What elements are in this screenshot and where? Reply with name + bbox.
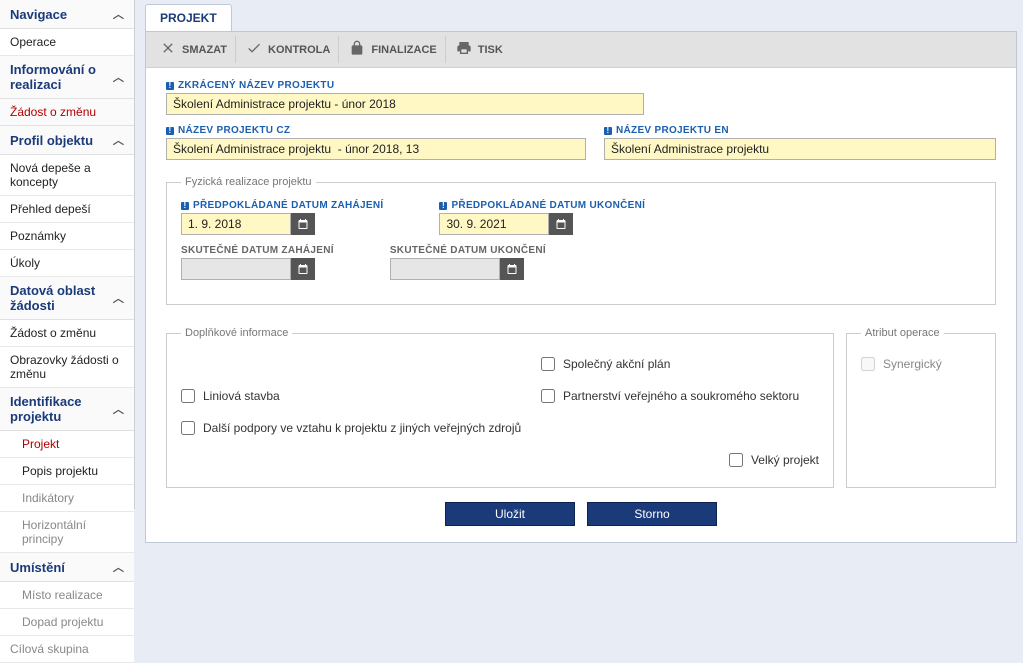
tool-label: KONTROLA — [268, 44, 330, 56]
nav-item-operace[interactable]: Operace — [0, 29, 134, 56]
lock-icon — [349, 40, 365, 59]
chevron-up-icon: 〈 — [111, 404, 127, 415]
tool-label: TISK — [478, 44, 503, 56]
main: PROJEKT SMAZAT KONTROLA FINALIZACE T — [135, 0, 1023, 509]
checkbox-input[interactable] — [181, 421, 195, 435]
nav-section-label: Umístění — [10, 560, 65, 575]
nav-section-label: Identifikace projektu — [10, 394, 113, 424]
toolbar: SMAZAT KONTROLA FINALIZACE TISK — [146, 32, 1016, 68]
sidebar: Navigace 〈 Operace Informování o realiza… — [0, 0, 135, 509]
label-actual-end: SKUTEČNÉ DATUM UKONČENÍ — [390, 245, 546, 256]
label-name-short: ZKRÁCENÝ NÁZEV PROJEKTU — [166, 80, 996, 91]
checkbox-input[interactable] — [541, 357, 555, 371]
required-icon — [181, 202, 189, 210]
nav-item-popis[interactable]: Popis projektu — [0, 458, 134, 485]
legend-attr: Atribut operace — [861, 327, 944, 339]
chevron-up-icon: 〈 — [111, 135, 127, 146]
chk-spolecny[interactable]: Společný akční plán — [541, 357, 819, 371]
chk-synergicky[interactable]: Synergický — [861, 357, 981, 371]
legend-realizace: Fyzická realizace projektu — [181, 176, 316, 188]
tool-label: SMAZAT — [182, 44, 227, 56]
legend-info: Doplňkové informace — [181, 327, 292, 339]
nav-item-obrazovky[interactable]: Obrazovky žádosti o změnu — [0, 347, 134, 388]
name-short-input[interactable] — [166, 93, 644, 115]
nav-item-misto[interactable]: Místo realizace — [0, 582, 134, 609]
name-cz-input[interactable] — [166, 138, 586, 160]
nav-item-prehled[interactable]: Přehled depeší — [0, 196, 134, 223]
calendar-icon[interactable] — [500, 258, 524, 280]
nav-item-indikatory[interactable]: Indikátory — [0, 485, 134, 512]
chk-dalsi[interactable]: Další podpory ve vztahu k projektu z jin… — [181, 421, 819, 435]
label-name-cz: NÁZEV PROJEKTU CZ — [166, 125, 586, 136]
nav-section-umisteni[interactable]: Umístění 〈 — [0, 553, 134, 582]
required-icon — [604, 127, 612, 135]
chevron-up-icon: 〈 — [111, 562, 127, 573]
chk-liniova[interactable]: Liniová stavba — [181, 389, 541, 403]
chk-velky[interactable]: Velký projekt — [729, 453, 819, 467]
calendar-icon[interactable] — [549, 213, 573, 235]
content-panel: SMAZAT KONTROLA FINALIZACE TISK — [145, 31, 1017, 543]
fieldset-info: Doplňkové informace Společný akční plán … — [166, 327, 834, 488]
nav-section-informovani[interactable]: Informování o realizaci 〈 — [0, 56, 134, 99]
calendar-icon[interactable] — [291, 258, 315, 280]
actual-start-input[interactable] — [181, 258, 291, 280]
nav-section-identifikace[interactable]: Identifikace projektu 〈 — [0, 388, 134, 431]
smazat-button[interactable]: SMAZAT — [152, 36, 236, 63]
nav-item-horizontalni[interactable]: Horizontální principy — [0, 512, 134, 553]
nav-item-ukoly[interactable]: Úkoly — [0, 250, 134, 277]
nav-section-label: Navigace — [10, 7, 67, 22]
required-icon — [166, 82, 174, 90]
chevron-up-icon: 〈 — [111, 9, 127, 20]
nav-section-profil[interactable]: Profil objektu 〈 — [0, 126, 134, 155]
fieldset-attr: Atribut operace Synergický — [846, 327, 996, 488]
label-name-en: NÁZEV PROJEKTU EN — [604, 125, 996, 136]
check-icon — [246, 40, 262, 59]
name-en-input[interactable] — [604, 138, 996, 160]
nav-section-label: Informování o realizaci — [10, 62, 113, 92]
chevron-up-icon: 〈 — [111, 293, 127, 304]
nav-section-label: Datová oblast žádosti — [10, 283, 113, 313]
tab-projekt[interactable]: PROJEKT — [145, 4, 232, 31]
checkbox-input[interactable] — [541, 389, 555, 403]
finalizace-button[interactable]: FINALIZACE — [341, 36, 445, 63]
date-start-input[interactable] — [181, 213, 291, 235]
kontrola-button[interactable]: KONTROLA — [238, 36, 339, 63]
required-icon — [439, 202, 447, 210]
label-date-end: PŘEDPOKLÁDANÉ DATUM UKONČENÍ — [439, 200, 645, 211]
cancel-button[interactable]: Storno — [587, 502, 717, 526]
nav-section-label: Profil objektu — [10, 133, 93, 148]
tisk-button[interactable]: TISK — [448, 36, 511, 63]
nav-item-projekt[interactable]: Projekt — [0, 431, 134, 458]
nav-item-poznamky[interactable]: Poznámky — [0, 223, 134, 250]
nav-item-dopad[interactable]: Dopad projektu — [0, 609, 134, 636]
required-icon — [166, 127, 174, 135]
calendar-icon[interactable] — [291, 213, 315, 235]
date-end-input[interactable] — [439, 213, 549, 235]
save-button[interactable]: Uložit — [445, 502, 575, 526]
nav-item-cilova[interactable]: Cílová skupina — [0, 636, 134, 663]
checkbox-input — [861, 357, 875, 371]
chevron-up-icon: 〈 — [111, 72, 127, 83]
nav-item-zadost-zmenu[interactable]: Žádost o změnu — [0, 99, 134, 126]
delete-icon — [160, 40, 176, 59]
nav-section-navigace[interactable]: Navigace 〈 — [0, 0, 134, 29]
print-icon — [456, 40, 472, 59]
label-actual-start: SKUTEČNÉ DATUM ZAHÁJENÍ — [181, 245, 334, 256]
tool-label: FINALIZACE — [371, 44, 436, 56]
checkbox-input[interactable] — [181, 389, 195, 403]
checkbox-input[interactable] — [729, 453, 743, 467]
fieldset-realizace: Fyzická realizace projektu PŘEDPOKLÁDANÉ… — [166, 176, 996, 305]
nav-section-datova[interactable]: Datová oblast žádosti 〈 — [0, 277, 134, 320]
label-date-start: PŘEDPOKLÁDANÉ DATUM ZAHÁJENÍ — [181, 200, 383, 211]
actual-end-input[interactable] — [390, 258, 500, 280]
nav-item-nova-depesa[interactable]: Nová depeše a koncepty — [0, 155, 134, 196]
chk-partnerstvi[interactable]: Partnerství veřejného a soukromého sekto… — [541, 389, 819, 403]
nav-item-zadost-zmenu2[interactable]: Žádost o změnu — [0, 320, 134, 347]
